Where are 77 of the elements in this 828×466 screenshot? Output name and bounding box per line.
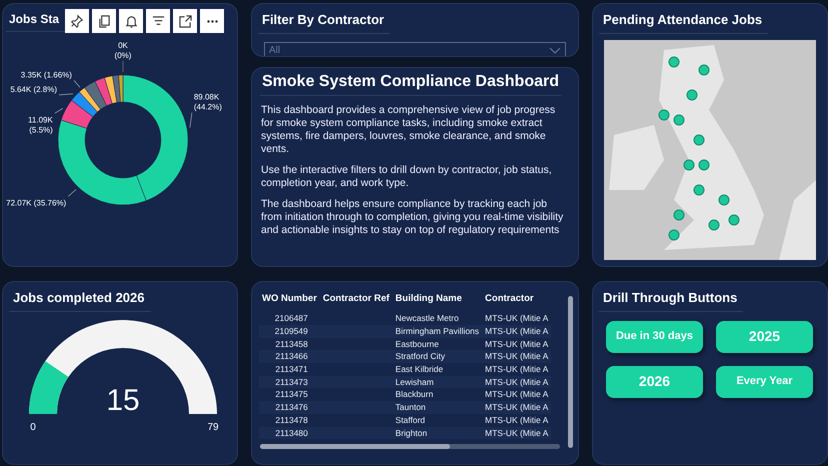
gauge-title: Jobs completed 2026 (9, 288, 150, 312)
table-cell: MTS-UK (Mitie A (482, 426, 552, 440)
leader-line (58, 94, 74, 96)
data-label: 5.64K (2.8%) (10, 84, 58, 94)
table-cell: 2113473 (259, 376, 320, 388)
data-label: 0K (0%) (114, 41, 132, 60)
table-cell: MTS-UK (Mitie A (482, 363, 552, 376)
dashboard-title: Smoke System Compliance Dashboard (260, 72, 561, 96)
description-text: This dashboard provides a comprehensive view of job progress for smoke system compliance tasks, including smoke extract systems, fire dampers, louvres, smoke clearance, and smoke vents. (261, 104, 556, 156)
leader-line (122, 60, 124, 72)
table-cell: 2113458 (259, 338, 320, 350)
column-header: Contractor (484, 292, 535, 306)
filter-title: Filter By Contractor (258, 10, 390, 34)
table-cell: Birmingham Pavillions (392, 324, 482, 338)
column-header: Building Name (394, 292, 463, 306)
table-cell: Taunton (392, 401, 482, 414)
leader-line (68, 188, 77, 197)
table-cell: Stafford (392, 414, 482, 427)
gauge-max: 79 (207, 422, 219, 432)
table-cell: 2109549 (259, 324, 320, 338)
table-cell: 2113480 (259, 426, 320, 440)
horizontal-scrollbar[interactable] (260, 444, 560, 449)
data-label: 72.07K (35.76%) (6, 198, 66, 208)
table-cell: 2113476 (259, 401, 320, 414)
column-header: Contractor Ref (322, 292, 390, 306)
data-label: 11.09K (5.5%) (28, 115, 53, 134)
table-cell: MTS-UK (Mitie A (482, 350, 552, 364)
table-cell: Blackburn (392, 388, 482, 402)
table-cell: MTS-UK (Mitie A (482, 388, 552, 402)
leader-line (74, 80, 80, 88)
table-cell: 2106487 (259, 312, 320, 325)
table-cell: Newcastle Metro (392, 312, 482, 325)
data-label: 3.35K (1.66%) (20, 70, 72, 80)
filter-icon (152, 16, 164, 26)
vertical-scrollbar[interactable] (568, 296, 573, 448)
drill-button[interactable]: 2026 (606, 366, 703, 398)
table-cell: Stratford City (392, 350, 482, 364)
table-cell: Eastbourne (392, 338, 482, 350)
column-header: WO Number (261, 292, 318, 306)
table-cell: Brighton (392, 426, 482, 440)
leader-line (54, 108, 64, 114)
description-text: The dashboard helps ensure compliance by tracking each job from initiation through to completion, giving you real-time visibility and actionable insights to stay on top of regulatory requirements (261, 198, 564, 237)
chevron-down-icon (549, 46, 561, 54)
table-cell: 2113478 (259, 414, 320, 427)
more-button[interactable] (200, 9, 224, 33)
table-cell: Lewisham (392, 376, 482, 388)
data-label: 89.08K (44.2%) (194, 92, 222, 112)
contractor-dropdown[interactable]: All (264, 42, 566, 56)
gauge-value: 15 (106, 384, 140, 416)
filter-button[interactable] (146, 9, 170, 33)
drill-button[interactable]: Every Year (716, 366, 813, 398)
pin-button[interactable] (65, 9, 89, 33)
expand-button[interactable] (173, 9, 197, 33)
table-cell: 2113466 (259, 350, 320, 364)
table-cell: MTS-UK (Mitie A (482, 414, 552, 427)
table-cell: MTS-UK (Mitie A (482, 376, 552, 388)
bell-icon (124, 14, 138, 28)
table-cell: East Kilbride (392, 363, 482, 376)
table-cell: MTS-UK (Mitie A (482, 338, 552, 350)
gauge-min: 0 (30, 422, 36, 432)
alert-button[interactable] (119, 9, 143, 33)
pin-icon (70, 14, 84, 28)
more-icon (206, 20, 218, 22)
copy-icon (98, 14, 110, 28)
drill-title: Drill Through Buttons (599, 288, 744, 312)
copy-button[interactable] (92, 9, 116, 33)
table-cell: MTS-UK (Mitie A (482, 312, 552, 325)
table-cell: 2113471 (259, 363, 320, 376)
drill-button[interactable]: Due in 30 days (606, 320, 703, 352)
table-cell: MTS-UK (Mitie A (482, 324, 552, 338)
table-cell: MTS-UK (Mitie A (482, 401, 552, 414)
map-title: Pending Attendance Jobs (599, 10, 768, 34)
table-cell: 2113475 (259, 388, 320, 402)
leader-line (190, 112, 192, 128)
drill-button[interactable]: 2025 (716, 320, 813, 352)
expand-icon (178, 14, 192, 28)
description-text: Use the interactive filters to drill down by contractor, job status, completion year, and work type. (261, 164, 553, 190)
